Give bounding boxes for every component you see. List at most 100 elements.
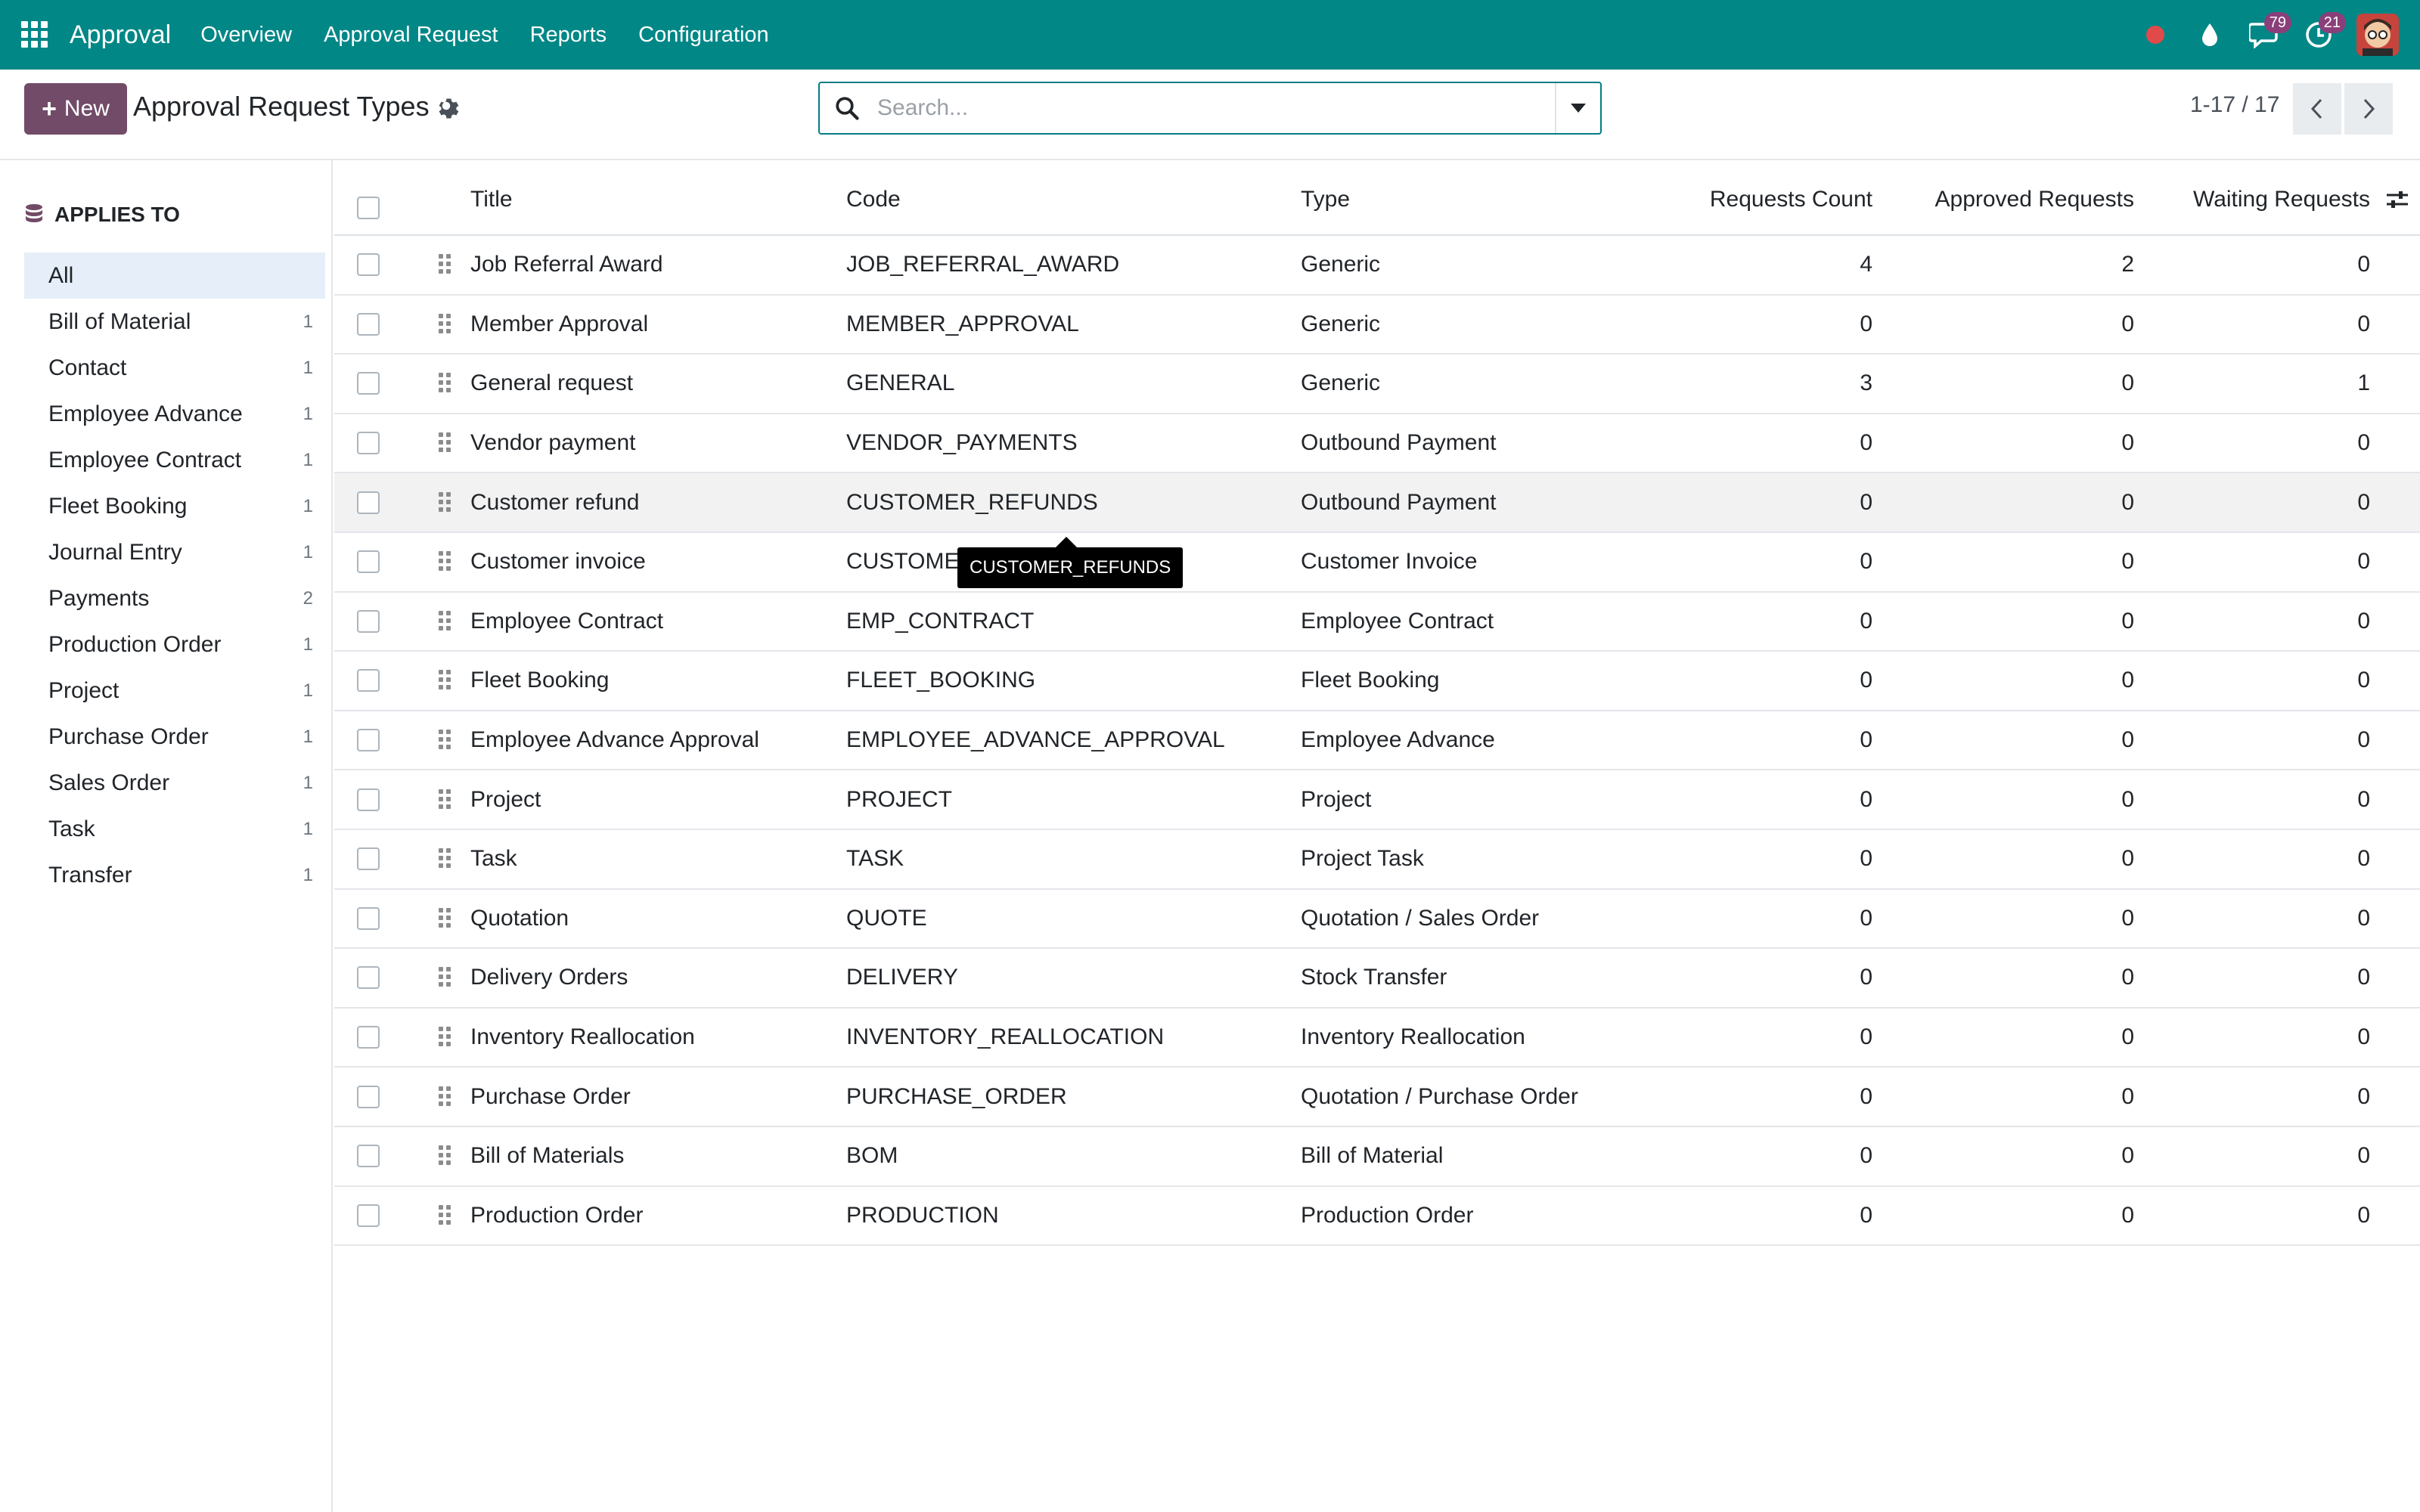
pager-previous-button[interactable] [2293, 83, 2341, 135]
menu-approval-request[interactable]: Approval Request [308, 23, 514, 48]
table-row[interactable]: Project PROJECT Project 0 0 0 [334, 770, 2420, 830]
search-options-toggle[interactable] [1555, 83, 1600, 133]
drag-handle-icon[interactable] [439, 254, 451, 275]
cell-title: Vendor payment [470, 430, 636, 456]
row-checkbox[interactable] [357, 491, 380, 514]
select-all-checkbox[interactable] [357, 197, 380, 219]
row-checkbox[interactable] [357, 1145, 380, 1168]
sidebar-item-label: Project [48, 677, 119, 703]
table-row[interactable]: Delivery Orders DELIVERY Stock Transfer 0 0 0 [334, 949, 2420, 1009]
cell-requests-count: 0 [1860, 1024, 1872, 1050]
drag-handle-icon[interactable] [439, 491, 451, 513]
drag-handle-icon[interactable] [439, 789, 451, 810]
table-row[interactable]: Job Referral Award JOB_REFERRAL_AWARD Gene… [334, 236, 2420, 296]
cell-code: QUOTE [846, 905, 927, 931]
row-checkbox[interactable] [357, 906, 380, 930]
row-checkbox[interactable] [357, 966, 380, 990]
table-row[interactable]: Vendor payment VENDOR_PAYMENTS Outbound Pa… [334, 414, 2420, 474]
drag-handle-icon[interactable] [439, 1027, 451, 1048]
new-button[interactable]: + New [24, 83, 127, 135]
table-row[interactable]: Inventory Reallocation INVENTORY_REALLOCA… [334, 1009, 2420, 1068]
table-row[interactable]: Fleet Booking FLEET_BOOKING Fleet Booking 0… [334, 652, 2420, 711]
sidebar-item[interactable]: Contact 1 [24, 345, 325, 391]
user-avatar[interactable] [2356, 14, 2399, 56]
row-checkbox[interactable] [357, 372, 380, 395]
table-row[interactable]: General request GENERAL Generic 3 0 1 [334, 355, 2420, 414]
menu-reports[interactable]: Reports [514, 23, 623, 48]
drag-handle-icon[interactable] [439, 1145, 451, 1167]
app-brand[interactable]: Approval [70, 20, 171, 50]
sidebar-item[interactable]: Journal Entry 1 [24, 529, 325, 575]
column-title[interactable]: Title [470, 187, 513, 212]
row-checkbox[interactable] [357, 253, 380, 277]
pager-value[interactable]: 1-17 / 17 [2190, 92, 2279, 118]
row-checkbox[interactable] [357, 609, 380, 633]
sidebar-item[interactable]: Employee Advance 1 [24, 391, 325, 437]
drag-handle-icon[interactable] [439, 432, 451, 454]
sidebar-item[interactable]: Transfer 1 [24, 852, 325, 898]
sidebar-item[interactable]: Bill of Material 1 [24, 299, 325, 345]
sidebar-item[interactable]: Payments 2 [24, 575, 325, 621]
menu-configuration[interactable]: Configuration [622, 23, 785, 48]
sidebar-item[interactable]: Task 1 [24, 806, 325, 852]
table-row[interactable]: Member Approval MEMBER_APPROVAL Generic 0 0 0 [334, 296, 2420, 355]
drag-handle-icon[interactable] [439, 551, 451, 572]
drag-handle-icon[interactable] [439, 967, 451, 988]
sidebar-item[interactable]: Project 1 [24, 668, 325, 714]
drag-handle-icon[interactable] [439, 848, 451, 869]
column-code[interactable]: Code [846, 187, 901, 212]
row-checkbox[interactable] [357, 788, 380, 811]
table-row[interactable]: Customer refund CUSTOMER_REFUNDS Outbound … [334, 473, 2420, 533]
drag-handle-icon[interactable] [439, 1204, 451, 1226]
menu-overview[interactable]: Overview [185, 23, 308, 48]
row-checkbox[interactable] [357, 1085, 380, 1108]
drag-handle-icon[interactable] [439, 373, 451, 394]
row-checkbox[interactable] [357, 847, 380, 871]
record-icon[interactable] [2128, 0, 2183, 70]
drag-handle-icon[interactable] [439, 907, 451, 929]
table-row[interactable]: Task TASK Project Task 0 0 0 [334, 830, 2420, 890]
table-row[interactable]: Production Order PRODUCTION Production Ord… [334, 1187, 2420, 1247]
table-row[interactable]: Quotation QUOTE Quotation / Sales Order 0 0 0 [334, 890, 2420, 950]
cell-approved-requests: 0 [2121, 905, 2134, 931]
sidebar-item[interactable]: Fleet Booking 1 [24, 483, 325, 529]
sidebar-item[interactable]: Sales Order 1 [24, 760, 325, 806]
apps-grid-icon[interactable] [21, 21, 48, 48]
sidebar-item[interactable]: Employee Contract 1 [24, 437, 325, 483]
chat-icon[interactable]: 79 [2237, 0, 2291, 70]
drag-handle-icon[interactable] [439, 730, 451, 751]
row-checkbox[interactable] [357, 669, 380, 692]
table-row[interactable]: Customer invoice CUSTOMEI Customer Invoice… [334, 533, 2420, 593]
chevron-left-icon [2310, 98, 2322, 119]
drag-handle-icon[interactable] [439, 670, 451, 691]
table-row[interactable]: Purchase Order PURCHASE_ORDER Quotation / … [334, 1067, 2420, 1127]
sidebar-item[interactable]: All [24, 253, 325, 299]
row-checkbox[interactable] [357, 550, 380, 574]
column-approved-requests[interactable]: Approved Requests [1935, 187, 2135, 212]
drop-icon[interactable] [2183, 0, 2237, 70]
column-waiting-requests[interactable]: Waiting Requests [2193, 187, 2370, 212]
pager-next-button[interactable] [2344, 83, 2393, 135]
row-checkbox[interactable] [357, 432, 380, 455]
cell-requests-count: 0 [1860, 668, 1872, 693]
search-input[interactable] [877, 95, 1520, 121]
sidebar-item[interactable]: Purchase Order 1 [24, 714, 325, 760]
row-checkbox[interactable] [357, 312, 380, 336]
column-type[interactable]: Type [1301, 187, 1350, 212]
row-checkbox[interactable] [357, 1026, 380, 1049]
cell-type: Employee Contract [1301, 608, 1494, 634]
drag-handle-icon[interactable] [439, 610, 451, 632]
gear-icon[interactable] [433, 92, 460, 119]
row-checkbox[interactable] [357, 729, 380, 752]
sidebar-item[interactable]: Production Order 1 [24, 621, 325, 668]
clock-icon[interactable]: 21 [2291, 0, 2346, 70]
table-row[interactable]: Employee Contract EMP_CONTRACT Employee Co… [334, 593, 2420, 652]
table-row[interactable]: Bill of Materials BOM Bill of Material 0 0 0 [334, 1127, 2420, 1187]
column-options-icon[interactable] [2385, 189, 2409, 210]
cell-waiting-requests: 1 [2357, 370, 2370, 396]
table-row[interactable]: Employee Advance Approval EMPLOYEE_ADVANC… [334, 711, 2420, 771]
row-checkbox[interactable] [357, 1204, 380, 1227]
column-requests-count[interactable]: Requests Count [1710, 187, 1872, 212]
drag-handle-icon[interactable] [439, 313, 451, 335]
drag-handle-icon[interactable] [439, 1086, 451, 1108]
